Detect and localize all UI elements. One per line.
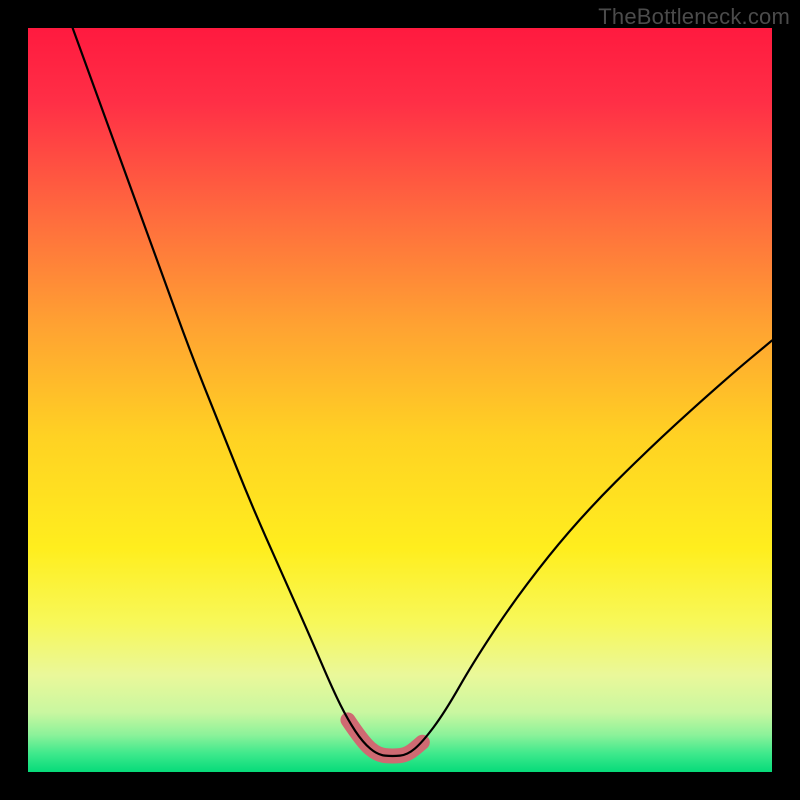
curve-layer <box>28 28 772 772</box>
watermark-text: TheBottleneck.com <box>598 4 790 30</box>
chart-frame: TheBottleneck.com <box>0 0 800 800</box>
plot-area <box>28 28 772 772</box>
bottleneck-curve <box>73 28 772 756</box>
